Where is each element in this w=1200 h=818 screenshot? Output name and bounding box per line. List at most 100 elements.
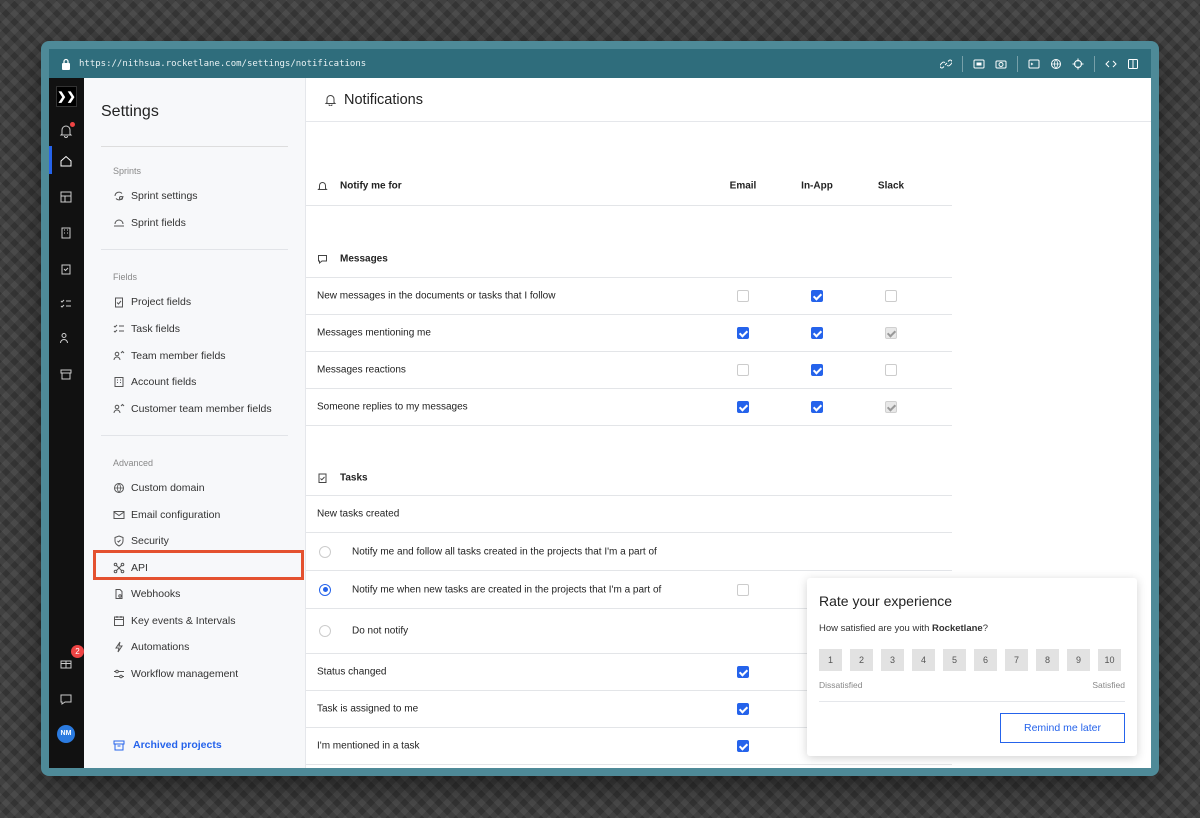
- sidebar-item-webhooks[interactable]: Webhooks: [113, 586, 180, 602]
- page-title: Notifications: [344, 91, 423, 108]
- radio-button[interactable]: [319, 583, 331, 596]
- inapp-checkbox[interactable]: [811, 364, 823, 376]
- sidebar-item-customer-team-member-fields[interactable]: Customer team member fields: [113, 401, 272, 417]
- row-label: Status changed: [317, 666, 387, 678]
- checklist-icon: [113, 324, 124, 333]
- globe-icon[interactable]: [1050, 58, 1062, 70]
- slack-checkbox[interactable]: [885, 290, 897, 302]
- row-label: New messages in the documents or tasks t…: [317, 290, 556, 302]
- sidebar-item-workflow-management[interactable]: Workflow management: [113, 666, 238, 682]
- sidebar-item-email-configuration[interactable]: Email configuration: [113, 507, 220, 523]
- code-icon[interactable]: [1105, 58, 1117, 70]
- dashboard-icon[interactable]: [59, 190, 73, 204]
- active-indicator: [49, 146, 52, 174]
- people-icon[interactable]: [59, 331, 73, 345]
- divider: [101, 435, 288, 436]
- divider: [819, 701, 1125, 702]
- row-label: Task is assigned to me: [317, 703, 419, 715]
- avatar[interactable]: NM: [57, 725, 75, 743]
- inapp-checkbox[interactable]: [811, 401, 823, 413]
- chat-icon[interactable]: [59, 692, 73, 706]
- url-text[interactable]: https://nithsua.rocketlane.com/settings/…: [79, 59, 940, 69]
- new-tasks-row: New tasks created: [306, 496, 952, 533]
- email-checkbox[interactable]: [737, 364, 749, 376]
- inapp-checkbox[interactable]: [811, 290, 823, 302]
- rating-option[interactable]: 6: [974, 649, 997, 671]
- row-label: Messages reactions: [317, 364, 406, 376]
- sliders-icon: [114, 669, 124, 679]
- rating-option[interactable]: 8: [1036, 649, 1059, 671]
- lightning-icon: [115, 641, 123, 653]
- screenshot-icon[interactable]: [973, 58, 985, 70]
- divider: [101, 146, 288, 147]
- slack-checkbox[interactable]: [885, 364, 897, 376]
- camera-icon[interactable]: [995, 58, 1007, 70]
- satisfied-label: Satisfied: [1092, 680, 1125, 690]
- email-checkbox[interactable]: [737, 666, 749, 678]
- link-icon[interactable]: [939, 58, 953, 70]
- building-icon[interactable]: [59, 226, 73, 240]
- radio-button[interactable]: [319, 545, 331, 558]
- calendar-star-icon: [114, 616, 124, 626]
- sidebar-title: Settings: [101, 103, 159, 120]
- browser-url-bar: https://nithsua.rocketlane.com/settings/…: [49, 49, 1151, 78]
- rating-option[interactable]: 4: [912, 649, 935, 671]
- terminal-icon[interactable]: [1028, 58, 1040, 70]
- sidebar-item-project-fields[interactable]: Project fields: [113, 294, 191, 310]
- rating-title: Rate your experience: [819, 593, 953, 609]
- message-notification-row: Someone replies to my messages: [306, 389, 952, 426]
- option-label: Notify me when new tasks are created in …: [352, 584, 662, 595]
- slack-column-header: Slack: [877, 180, 905, 191]
- email-checkbox[interactable]: [737, 401, 749, 413]
- message-notification-row: New messages in the documents or tasks t…: [306, 278, 952, 315]
- new-task-option[interactable]: Notify me and follow all tasks created i…: [306, 533, 952, 571]
- rating-option[interactable]: 10: [1098, 649, 1121, 671]
- webhook-icon: [115, 589, 123, 599]
- sidebar-item-sprint-fields[interactable]: Sprint fields: [113, 215, 186, 231]
- rating-option[interactable]: 7: [1005, 649, 1028, 671]
- archive-icon: [113, 740, 125, 751]
- rocketlane-logo-icon[interactable]: ❯❯: [56, 86, 77, 107]
- clipboard-icon: [115, 297, 123, 308]
- email-checkbox[interactable]: [737, 740, 749, 752]
- archive-icon[interactable]: [59, 367, 73, 381]
- archived-projects-link[interactable]: Archived projects: [113, 739, 222, 751]
- inapp-checkbox[interactable]: [811, 327, 823, 339]
- shield-icon: [114, 535, 124, 547]
- radio-button[interactable]: [319, 625, 331, 637]
- row-label: I'm mentioned in a task: [317, 740, 420, 752]
- email-checkbox[interactable]: [737, 290, 749, 302]
- sidebar-item-sprint-settings[interactable]: Sprint settings: [113, 188, 198, 204]
- email-checkbox[interactable]: [737, 327, 749, 339]
- option-label: Do not notify: [352, 625, 409, 637]
- rating-option[interactable]: 2: [850, 649, 873, 671]
- rating-option[interactable]: 3: [881, 649, 904, 671]
- sidebar-item-key-events[interactable]: Key events & Intervals: [113, 613, 235, 629]
- inapp-column-header: In-App: [801, 180, 833, 191]
- checklist-icon[interactable]: [59, 297, 73, 311]
- rating-option[interactable]: 5: [943, 649, 966, 671]
- crosshair-icon[interactable]: [1072, 58, 1084, 70]
- gift-icon[interactable]: [59, 656, 73, 670]
- remind-me-later-button[interactable]: Remind me later: [1000, 713, 1125, 743]
- clipboard-icon[interactable]: [59, 262, 73, 276]
- messages-section-header: Messages: [306, 241, 952, 278]
- sidebar-item-team-member-fields[interactable]: Team member fields: [113, 348, 226, 364]
- rating-option[interactable]: 9: [1067, 649, 1090, 671]
- email-checkbox[interactable]: [737, 583, 749, 596]
- sidebar-item-automations[interactable]: Automations: [113, 639, 189, 655]
- rating-option[interactable]: 1: [819, 649, 842, 671]
- section-fields: Fields: [113, 272, 138, 282]
- sidebar-item-account-fields[interactable]: Account fields: [113, 374, 196, 390]
- section-sprints: Sprints: [113, 166, 142, 176]
- bell-icon: [317, 181, 328, 190]
- settings-sidebar: Settings Sprints Sprint settings Sprint …: [84, 78, 306, 768]
- mail-icon: [113, 511, 125, 519]
- message-notification-row: Messages mentioning me: [306, 315, 952, 352]
- home-icon[interactable]: [59, 154, 73, 168]
- sidebar-item-security[interactable]: Security: [113, 533, 169, 549]
- split-view-icon[interactable]: [1127, 58, 1139, 70]
- email-checkbox[interactable]: [737, 703, 749, 715]
- sidebar-item-task-fields[interactable]: Task fields: [113, 321, 180, 337]
- sidebar-item-custom-domain[interactable]: Custom domain: [113, 480, 205, 496]
